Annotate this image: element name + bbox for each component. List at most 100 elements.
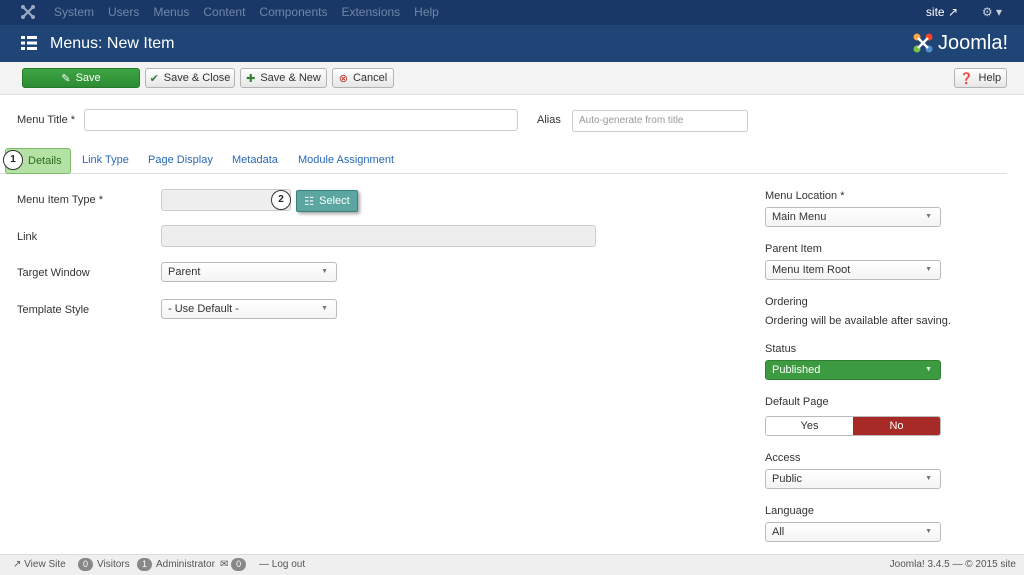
step-marker-1: 1	[3, 150, 23, 170]
page-header: Menus: New Item Joomla!	[0, 25, 1024, 62]
template-style-select[interactable]: - Use Default - ▼	[161, 299, 337, 319]
parent-item-value: Menu Item Root	[772, 264, 851, 276]
default-no-button[interactable]: No	[853, 417, 940, 435]
menu-components[interactable]: Components	[259, 0, 327, 25]
joomla-brand: Joomla!	[912, 30, 1008, 56]
status-label: Status	[765, 343, 797, 355]
cancel-icon: ⊗	[338, 72, 348, 85]
administrator-label: Administrator	[156, 559, 215, 570]
save-new-label: Save & New	[260, 72, 321, 84]
view-site-link[interactable]: ↗ View Site	[13, 555, 66, 575]
save-label: Save	[75, 72, 101, 84]
parent-item-select[interactable]: Menu Item Root ▼	[765, 260, 941, 280]
messages-badge: 0	[231, 558, 247, 571]
ordering-note: Ordering will be available after saving.	[765, 315, 951, 327]
list-icon: ☷	[304, 195, 315, 208]
status-select[interactable]: Published ▼	[765, 360, 941, 380]
brand-wordmark: Joomla!	[937, 31, 1008, 54]
help-label: Help	[978, 72, 1002, 84]
language-label: Language	[765, 505, 814, 517]
status-value: Published	[772, 364, 821, 376]
tab-link-type[interactable]: Link Type	[82, 148, 129, 174]
access-label: Access	[765, 452, 801, 464]
admin-count: 1 Administrator	[137, 555, 215, 575]
site-link[interactable]: site ↗	[926, 0, 958, 25]
view-site-label: View Site	[24, 559, 66, 570]
target-window-value: Parent	[168, 266, 201, 278]
external-link-icon: ↗	[13, 559, 22, 570]
caret-down-icon: ▼	[321, 268, 328, 275]
template-style-value: - Use Default -	[168, 303, 239, 315]
caret-down-icon: ▼	[925, 213, 932, 220]
version-text: Joomla! 3.4.5 — © 2015 site	[889, 559, 1016, 570]
default-page-label: Default Page	[765, 396, 829, 408]
default-page-toggle: Yes No	[765, 416, 941, 436]
menu-item-type-label: Menu Item Type *	[17, 194, 104, 206]
access-value: Public	[772, 473, 802, 485]
menu-location-value: Main Menu	[772, 211, 827, 223]
tab-module-assignment[interactable]: Module Assignment	[298, 148, 394, 174]
ordering-label: Ordering	[765, 296, 808, 308]
caret-down-icon: ▼	[925, 475, 932, 482]
tab-page-display[interactable]: Page Display	[148, 148, 213, 174]
tab-metadata[interactable]: Metadata	[232, 148, 278, 174]
checkmark-icon: ✔	[149, 72, 159, 85]
status-bar: ↗ View Site 0 Visitors 1 Administrator ✉ 0…	[0, 554, 1024, 575]
cancel-label: Cancel	[352, 72, 388, 84]
parent-item-label: Parent Item	[765, 243, 822, 255]
cancel-button[interactable]: ⊗ Cancel	[332, 68, 394, 88]
menu-menus[interactable]: Menus	[153, 0, 189, 25]
default-yes-button[interactable]: Yes	[766, 417, 853, 435]
target-window-label: Target Window	[17, 267, 90, 279]
site-label: site	[925, 5, 945, 19]
menu-system[interactable]: System	[54, 0, 94, 25]
menu-help[interactable]: Help	[414, 0, 439, 25]
language-value: All	[772, 526, 785, 538]
menu-extensions[interactable]: Extensions	[341, 0, 400, 25]
alias-input[interactable]: Auto-generate from title	[572, 110, 748, 132]
external-link-icon: ↗	[947, 5, 958, 19]
admin-menu: System Users Menus Content Components Ex…	[54, 0, 453, 25]
save-button[interactable]: ✎ Save	[22, 68, 140, 88]
gear-icon: ⚙ ▾	[981, 5, 1002, 19]
save-close-label: Save & Close	[163, 72, 231, 84]
menu-title-label: Menu Title *	[17, 114, 76, 126]
admin-badge: 1	[137, 558, 153, 571]
menu-location-select[interactable]: Main Menu ▼	[765, 207, 941, 227]
help-button[interactable]: ❓ Help	[954, 68, 1007, 88]
menu-content[interactable]: Content	[203, 0, 245, 25]
toolbar: ✎ Save ✔ Save & Close ✚ Save & New ⊗ Can…	[0, 62, 1024, 95]
caret-down-icon: ▼	[925, 266, 932, 273]
select-menu-type-button[interactable]: ☷ Select	[296, 190, 358, 212]
menu-location-label: Menu Location *	[765, 190, 845, 202]
caret-down-icon: ▼	[321, 305, 328, 312]
tab-bar: Details Link Type Page Display Metadata …	[0, 148, 1007, 174]
minus-icon: —	[259, 559, 269, 570]
page-title: Menus: New Item	[50, 35, 175, 52]
top-navbar: System Users Menus Content Components Ex…	[0, 0, 1024, 25]
menu-users[interactable]: Users	[108, 0, 139, 25]
caret-down-icon: ▼	[925, 366, 932, 373]
template-style-label: Template Style	[17, 304, 90, 316]
logout-label: Log out	[271, 559, 306, 570]
edit-icon: ✎	[61, 72, 71, 85]
target-window-select[interactable]: Parent ▼	[161, 262, 337, 282]
messages-link[interactable]: ✉ 0	[220, 555, 250, 575]
settings-menu[interactable]: ⚙ ▾	[982, 0, 1002, 25]
save-new-button[interactable]: ✚ Save & New	[240, 68, 327, 88]
access-select[interactable]: Public ▼	[765, 469, 941, 489]
logout-link[interactable]: — Log out	[259, 555, 305, 575]
save-close-button[interactable]: ✔ Save & Close	[145, 68, 235, 88]
alias-label: Alias	[537, 114, 561, 126]
visitors-label: Visitors	[97, 559, 130, 570]
joomla-brand-icon	[913, 33, 933, 53]
visitors-count: 0 Visitors	[78, 555, 130, 575]
caret-down-icon: ▼	[925, 528, 932, 535]
link-label: Link	[17, 231, 38, 243]
link-field	[161, 225, 596, 247]
envelope-icon: ✉	[220, 559, 229, 570]
select-label: Select	[319, 195, 350, 207]
language-select[interactable]: All ▼	[765, 522, 941, 542]
joomla-logo-icon[interactable]	[20, 4, 36, 20]
menu-title-input[interactable]	[84, 109, 518, 131]
